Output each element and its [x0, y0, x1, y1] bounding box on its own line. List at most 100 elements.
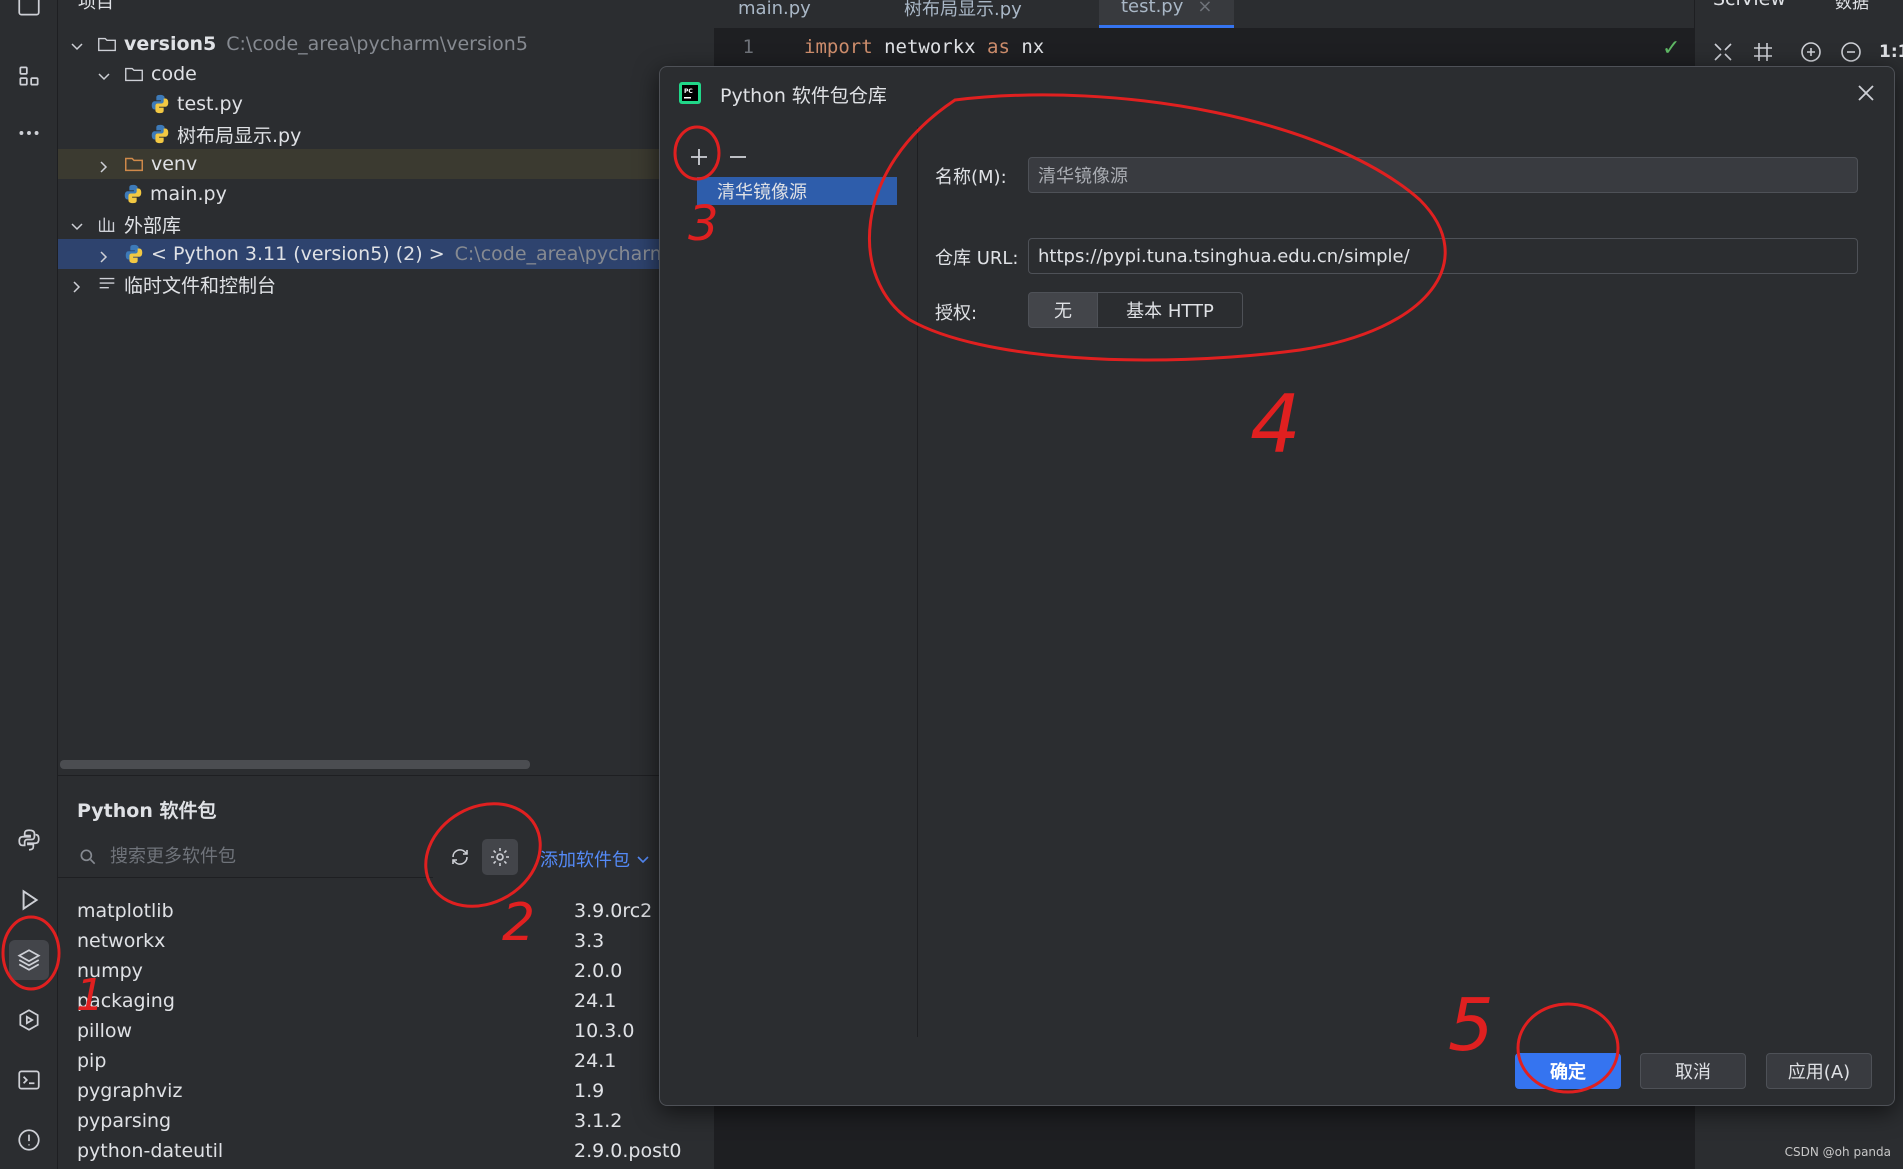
package-version: 3.3 — [574, 930, 605, 952]
apply-button[interactable]: 应用(A) — [1766, 1053, 1872, 1089]
tree-item-scratches[interactable]: 临时文件和控制台 — [58, 269, 714, 299]
python-console-icon[interactable] — [9, 820, 49, 860]
refresh-icon — [452, 849, 468, 865]
run-icon[interactable] — [9, 880, 49, 920]
sciview-tab[interactable]: SciView — [1713, 0, 1786, 10]
package-row[interactable]: python-dateutil 2.9.0.post0 — [77, 1136, 737, 1166]
chevron-right-icon[interactable] — [97, 247, 111, 263]
package-row[interactable]: pyparsing 3.1.2 — [77, 1106, 737, 1136]
remove-icon[interactable] — [726, 145, 750, 169]
package-search — [58, 836, 433, 878]
package-name: matplotlib — [77, 900, 174, 922]
package-row[interactable]: networkx 3.3 — [77, 926, 737, 956]
refresh-button[interactable] — [442, 839, 478, 875]
name-field[interactable]: 清华镜像源 — [1028, 157, 1858, 193]
editor-tabs: main.py 树布局显示.py test.py × — [714, 0, 1694, 28]
folder-icon — [96, 33, 118, 55]
package-row[interactable]: pillow 10.3.0 — [77, 1016, 737, 1046]
package-name: pillow — [77, 1020, 133, 1042]
add-package-dropdown[interactable]: 添加软件包 — [540, 846, 650, 872]
python-packages-icon[interactable] — [9, 940, 49, 980]
structure-icon[interactable] — [9, 56, 49, 96]
tab-tree-layout-py[interactable]: 树布局显示.py — [904, 0, 1022, 28]
chevron-down-icon[interactable] — [70, 217, 84, 231]
url-field[interactable]: https://pypi.tuna.tsinghua.edu.cn/simple… — [1028, 238, 1858, 274]
package-search-input[interactable] — [110, 846, 410, 867]
tree-item-external-libs[interactable]: 外部库 — [58, 209, 714, 239]
more-icon[interactable] — [9, 113, 49, 153]
package-version: 3.1.2 — [574, 1110, 623, 1132]
project-header: 项目 — [78, 0, 114, 13]
code-line[interactable]: 1 import networkx as nx — [714, 32, 1045, 62]
tree-item-venv[interactable]: venv — [58, 149, 714, 179]
package-row[interactable]: packaging 24.1 — [77, 986, 737, 1016]
check-icon: ✓ — [1662, 36, 1681, 61]
add-icon[interactable] — [687, 145, 711, 169]
repository-list-panel — [660, 127, 918, 1037]
code-keyword: import — [804, 36, 873, 58]
folder-icon — [123, 63, 145, 85]
folder-icon — [123, 153, 145, 175]
library-icon — [96, 213, 118, 235]
tree-item-label: main.py — [150, 183, 227, 205]
code-alias: nx — [1009, 36, 1045, 58]
auth-basic-http-option[interactable]: 基本 HTTP — [1097, 292, 1243, 328]
svg-text:PC: PC — [684, 88, 693, 95]
chevron-right-icon[interactable] — [70, 277, 84, 293]
tree-item-test-py[interactable]: test.py — [58, 89, 714, 119]
watermark: CSDN @oh panda — [1784, 1145, 1891, 1159]
package-row[interactable]: pip 24.1 — [77, 1046, 737, 1076]
tree-item-version5[interactable]: version5 C:\code_area\pycharm\version5 — [58, 29, 714, 59]
repository-settings-button[interactable] — [482, 839, 518, 875]
fit-icon[interactable] — [1711, 40, 1737, 66]
python-file-icon — [149, 123, 171, 145]
tree-item-python-sdk[interactable]: < Python 3.11 (version5) (2) > C:\code_a… — [58, 239, 714, 269]
gear-icon — [491, 848, 509, 866]
tree-item-tree-layout-py[interactable]: 树布局显示.py — [58, 119, 714, 149]
package-name: packaging — [77, 990, 175, 1012]
name-label: 名称(M): — [935, 167, 1007, 188]
tree-item-main-py[interactable]: main.py — [58, 179, 714, 209]
project-tool-icon[interactable] — [9, 0, 49, 26]
chevron-down-icon[interactable] — [97, 67, 111, 81]
tree-item-label: 树布局显示.py — [177, 124, 302, 147]
repository-list-item[interactable]: 清华镜像源 — [697, 177, 897, 205]
python-file-icon — [149, 93, 171, 115]
grid-icon[interactable] — [1751, 40, 1777, 66]
zoom-out-icon[interactable] — [1839, 40, 1865, 66]
package-row[interactable]: pygraphviz 1.9 — [77, 1076, 737, 1106]
auth-none-option[interactable]: 无 — [1028, 292, 1098, 328]
python-file-icon — [122, 183, 144, 205]
tab-test-py[interactable]: test.py × — [1099, 0, 1235, 28]
data-tab[interactable]: 数据 — [1835, 0, 1869, 13]
horizontal-scrollbar[interactable] — [60, 760, 530, 769]
services-icon[interactable] — [9, 1000, 49, 1040]
tab-main-py[interactable]: main.py — [738, 0, 811, 28]
cancel-button[interactable]: 取消 — [1640, 1053, 1746, 1089]
package-version: 2.9.0.post0 — [574, 1140, 682, 1162]
package-row[interactable]: numpy 2.0.0 — [77, 956, 737, 986]
tab-label: 树布局显示.py — [904, 0, 1022, 20]
package-row[interactable]: matplotlib 3.9.0rc2 — [77, 896, 737, 926]
close-icon[interactable] — [1854, 81, 1878, 105]
tree-item-label: 外部库 — [124, 214, 182, 237]
code-keyword: as — [987, 36, 1010, 58]
add-package-label: 添加软件包 — [540, 850, 630, 871]
close-tab-icon[interactable]: × — [1197, 0, 1212, 17]
tree-item-code[interactable]: code — [58, 59, 714, 89]
chevron-right-icon[interactable] — [97, 157, 111, 173]
tree-item-label: version5 — [124, 33, 217, 55]
problems-icon[interactable] — [9, 1120, 49, 1160]
ok-button[interactable]: 确定 — [1515, 1053, 1621, 1089]
auth-label: 授权: — [935, 303, 978, 324]
tree-item-label: test.py — [177, 93, 243, 115]
zoom-in-icon[interactable] — [1799, 40, 1825, 66]
terminal-icon[interactable] — [9, 1060, 49, 1100]
package-name: pyparsing — [77, 1110, 172, 1132]
chevron-down-icon[interactable] — [70, 37, 84, 51]
python-icon — [123, 243, 145, 265]
packages-title: Python 软件包 — [77, 800, 217, 822]
url-label: 仓库 URL: — [935, 248, 1019, 269]
zoom-level[interactable]: 1:1 — [1879, 42, 1903, 62]
package-name: pygraphviz — [77, 1080, 183, 1102]
